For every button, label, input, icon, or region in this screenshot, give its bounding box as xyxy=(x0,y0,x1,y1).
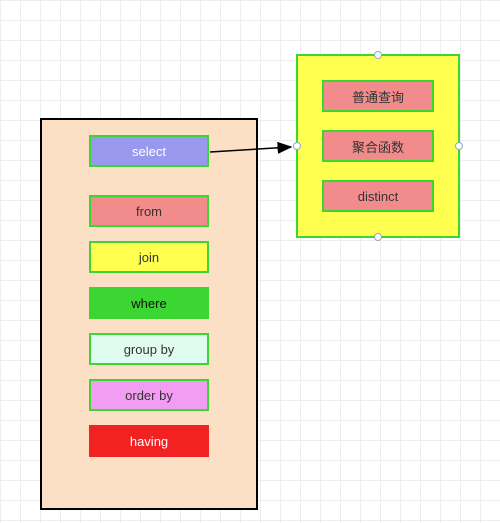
block-label: select xyxy=(132,144,166,159)
block-label: from xyxy=(136,204,162,219)
detail-block-label: 普通查询 xyxy=(352,87,404,106)
block-label: having xyxy=(130,434,168,449)
block-having[interactable]: having xyxy=(89,425,209,457)
block-from[interactable]: from xyxy=(89,195,209,227)
block-label: where xyxy=(131,296,166,311)
block-label: group by xyxy=(124,342,175,357)
resize-handle-left[interactable] xyxy=(293,142,301,150)
block-select[interactable]: select xyxy=(89,135,209,167)
detail-block-normal-query[interactable]: 普通查询 xyxy=(322,80,434,112)
block-label: order by xyxy=(125,388,173,403)
resize-handle-top[interactable] xyxy=(374,51,382,59)
block-label: join xyxy=(139,250,159,265)
detail-block-distinct[interactable]: distinct xyxy=(322,180,434,212)
resize-handle-right[interactable] xyxy=(455,142,463,150)
resize-handle-bottom[interactable] xyxy=(374,233,382,241)
block-join[interactable]: join xyxy=(89,241,209,273)
select-detail-container[interactable]: 普通查询 聚合函数 distinct xyxy=(296,54,460,238)
detail-block-label: 聚合函数 xyxy=(352,137,404,156)
detail-block-aggregate[interactable]: 聚合函数 xyxy=(322,130,434,162)
detail-block-label: distinct xyxy=(358,189,398,204)
block-groupby[interactable]: group by xyxy=(89,333,209,365)
sql-clause-container[interactable]: select from join where group by order by… xyxy=(40,118,258,510)
block-where[interactable]: where xyxy=(89,287,209,319)
block-orderby[interactable]: order by xyxy=(89,379,209,411)
